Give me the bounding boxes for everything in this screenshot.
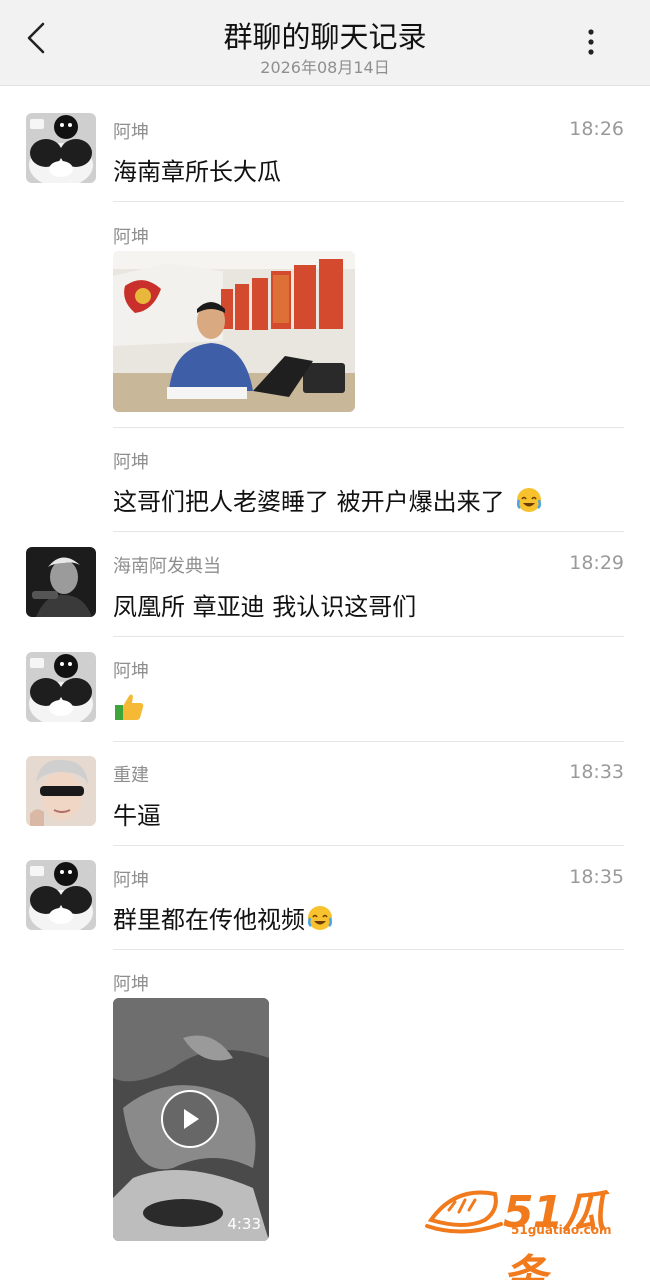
avatar[interactable]	[26, 860, 96, 930]
watermark-emblem-icon	[425, 1190, 503, 1234]
page-title: 群聊的聊天记录	[223, 20, 427, 54]
watermark-url: 51guatiao.com	[511, 1223, 612, 1237]
more-options-button[interactable]	[576, 22, 606, 62]
dark-portrait-avatar-icon	[26, 547, 96, 617]
sender-name: 阿坤	[113, 452, 149, 473]
avatar[interactable]	[26, 113, 96, 183]
divider	[113, 949, 624, 950]
divider	[113, 741, 624, 742]
message-text-row: 群里都在传他视频	[113, 900, 334, 935]
message-text: 群里都在传他视频	[113, 906, 305, 934]
message-text: 凤凰所 章亚迪 我认识这哥们	[113, 593, 417, 621]
avatar[interactable]	[26, 652, 96, 722]
message-text-row: 这哥们把人老婆睡了 被开户爆出来了	[113, 482, 543, 517]
cat-avatar-icon	[26, 652, 96, 722]
avatar[interactable]	[26, 756, 96, 826]
message-text: 这哥们把人老婆睡了 被开户爆出来了	[113, 488, 505, 516]
sender-name: 阿坤	[113, 870, 149, 891]
sender-name: 阿坤	[113, 661, 149, 682]
message-image[interactable]	[113, 251, 355, 412]
sender-name: 海南阿发典当	[113, 556, 221, 577]
laughing-crying-emoji-icon	[516, 487, 541, 512]
video-message[interactable]: 4:33	[113, 998, 269, 1241]
top-bar: 群聊的聊天记录 2026年08月14日	[0, 0, 650, 86]
divider	[113, 845, 624, 846]
play-icon	[184, 1109, 199, 1129]
laughing-crying-emoji-icon	[308, 905, 332, 930]
cat-avatar-icon	[26, 113, 96, 183]
cat-avatar-icon	[26, 860, 96, 930]
office-photo-image	[113, 251, 355, 412]
message-time: 18:29	[569, 552, 624, 574]
sender-name: 阿坤	[113, 227, 149, 248]
message-text: 牛逼	[113, 802, 161, 830]
play-button[interactable]	[161, 1090, 219, 1148]
message-time: 18:26	[569, 118, 624, 140]
divider	[113, 201, 624, 202]
message-time: 18:33	[569, 761, 624, 783]
video-duration: 4:33	[227, 1215, 261, 1233]
sender-name: 阿坤	[113, 974, 149, 995]
page-date: 2026年08月14日	[260, 58, 390, 77]
message-text: 海南章所长大瓜	[113, 158, 281, 186]
divider	[113, 636, 624, 637]
thumbs-up-emoji-icon	[115, 694, 144, 720]
sender-name: 阿坤	[113, 122, 149, 143]
divider	[113, 531, 624, 532]
message-time: 18:35	[569, 866, 624, 888]
watermark-logo: 51瓜条 51guatiao.com	[425, 1176, 630, 1280]
more-vertical-icon	[588, 29, 594, 55]
sunglasses-portrait-avatar-icon	[26, 756, 96, 826]
message-text-row	[113, 692, 145, 722]
sender-name: 重建	[113, 765, 149, 786]
avatar[interactable]	[26, 547, 96, 617]
divider	[113, 427, 624, 428]
